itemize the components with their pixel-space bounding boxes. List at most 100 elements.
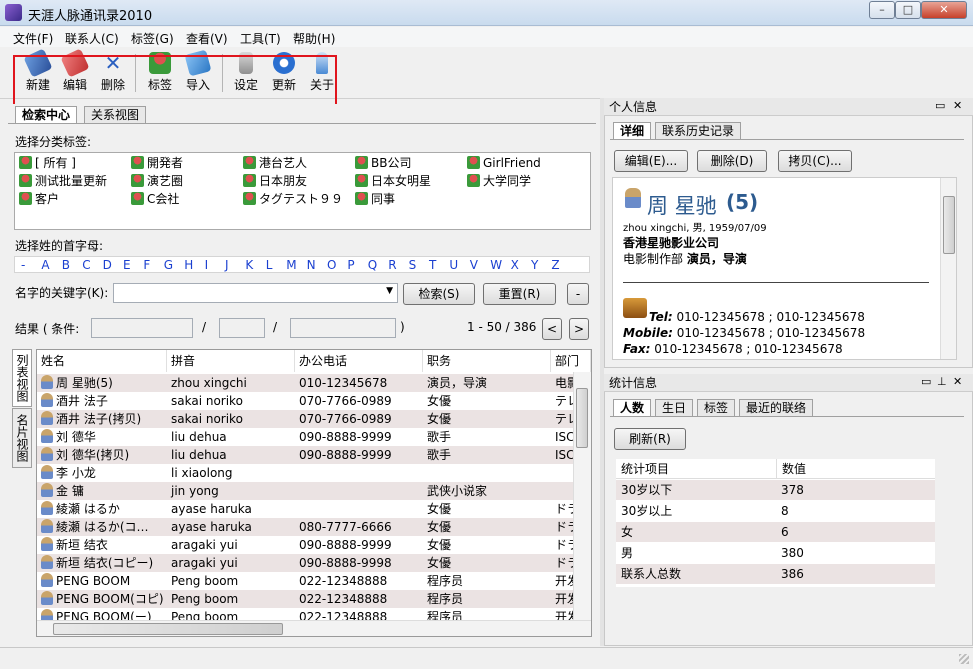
restore-icon[interactable]: ▭ [921, 375, 931, 388]
table-row[interactable]: PENG BOOM Peng boom 022-12348888 程序员 开发 [37, 572, 573, 590]
initial-letter[interactable]: B [62, 258, 70, 272]
initial-letter[interactable]: K [245, 258, 253, 272]
initial-letter[interactable]: L [266, 258, 273, 272]
tab-recent-contact[interactable]: 最近的联络 [739, 399, 814, 417]
tag-item[interactable]: 港台艺人 [243, 154, 307, 172]
card-scrollbar[interactable] [940, 178, 956, 359]
initial-letter[interactable]: R [388, 258, 396, 272]
column-header-name[interactable]: 姓名 [37, 350, 167, 372]
initial-letter[interactable]: O [327, 258, 336, 272]
table-row[interactable]: 金 镛 jin yong 武侠小说家 [37, 482, 573, 500]
maximize-button[interactable]: □ [895, 1, 921, 19]
scrollbar-thumb[interactable] [943, 196, 955, 254]
initial-letter[interactable]: G [164, 258, 173, 272]
tag-item[interactable]: 同事 [355, 190, 395, 208]
table-row[interactable]: 新垣 结衣 aragaki yui 090-8888-9999 女優 ドラ [37, 536, 573, 554]
pin-icon[interactable]: ⊥ [937, 375, 947, 388]
collapse-button[interactable]: - [567, 283, 589, 305]
menu-file[interactable]: 文件(F) [13, 30, 53, 47]
menu-view[interactable]: 查看(V) [186, 30, 228, 47]
menu-tags[interactable]: 标签(G) [131, 30, 174, 47]
initial-letter[interactable]: J [225, 258, 229, 272]
reset-button[interactable]: 重置(R) [483, 283, 556, 305]
tag-item[interactable]: GirlFriend [467, 154, 541, 172]
tag-item[interactable]: 開発者 [131, 154, 183, 172]
initial-letter[interactable]: M [286, 258, 296, 272]
next-page-button[interactable]: > [569, 318, 589, 340]
initial-letter[interactable]: X [511, 258, 519, 272]
chevron-down-icon[interactable]: ▼ [386, 286, 393, 296]
initial-letter[interactable]: Y [531, 258, 538, 272]
initial-letter[interactable]: S [409, 258, 417, 272]
tag-item[interactable]: 日本女明星 [355, 172, 431, 190]
search-button[interactable]: 检索(S) [403, 283, 475, 305]
menu-tools[interactable]: 工具(T) [240, 30, 281, 47]
column-header-title[interactable]: 职务 [423, 350, 551, 372]
keyword-input[interactable]: ▼ [113, 283, 398, 303]
scrollbar-thumb[interactable] [53, 623, 283, 635]
table-row[interactable]: PENG BOOM(コピ) Peng boom 022-12348888 程序员 开发 [37, 590, 573, 608]
table-row[interactable]: 新垣 结衣(コピー) aragaki yui 090-8888-9998 女優 ドラ [37, 554, 573, 572]
initial-letter[interactable]: E [123, 258, 131, 272]
initial-letter[interactable]: D [103, 258, 112, 272]
tab-search-center[interactable]: 检索中心 [15, 106, 78, 124]
tab-contact-history[interactable]: 联系历史记录 [655, 122, 742, 140]
tab-birthday[interactable]: 生日 [655, 399, 694, 417]
initial-letter[interactable]: W [490, 258, 502, 272]
table-row[interactable]: 刘 德华 liu dehua 090-8888-9999 歌手 ISC [37, 428, 573, 446]
tab-card-view[interactable]: 名片视图 [12, 408, 32, 468]
close-button[interactable]: ✕ [921, 1, 967, 19]
restore-icon[interactable]: ▭ [935, 99, 945, 112]
tag-item[interactable]: BB公司 [355, 154, 411, 172]
column-header-dept[interactable]: 部门 [551, 350, 591, 372]
tab-list-view[interactable]: 列表视图 [12, 349, 32, 407]
table-row[interactable]: 李 小龙 li xiaolong [37, 464, 573, 482]
tag-item[interactable]: タグテスト９９ [243, 190, 343, 208]
refresh-button[interactable]: 刷新(R) [614, 428, 686, 450]
initial-letter[interactable]: C [82, 258, 90, 272]
initial-letter[interactable]: U [449, 258, 458, 272]
edit-contact-button[interactable]: 编辑(E)... [614, 150, 688, 172]
initial-letter[interactable]: - [21, 258, 25, 272]
table-row[interactable]: 刘 德华(拷贝) liu dehua 090-8888-9999 歌手 ISC [37, 446, 573, 464]
initial-letter[interactable]: P [347, 258, 354, 272]
tag-item[interactable]: 客户 [19, 190, 59, 208]
initial-letter[interactable]: H [184, 258, 193, 272]
close-icon[interactable]: ✕ [953, 375, 962, 388]
initial-letter[interactable]: V [470, 258, 478, 272]
prev-page-button[interactable]: < [542, 318, 562, 340]
initial-letter[interactable]: Q [368, 258, 377, 272]
menu-contacts[interactable]: 联系人(C) [65, 30, 119, 47]
table-row[interactable]: 綾瀬 はるか(コ… ayase haruka 080-7777-6666 女優 ドラ [37, 518, 573, 536]
horizontal-scrollbar[interactable] [37, 620, 591, 636]
initial-letter[interactable]: T [429, 258, 436, 272]
tab-relation-view[interactable]: 关系视图 [84, 106, 147, 124]
table-row[interactable]: 酒井 法子(拷贝) sakai noriko 070-7766-0989 女優 テレ [37, 410, 573, 428]
tab-tags[interactable]: 标签 [697, 399, 736, 417]
tag-item-all[interactable]: [ 所有 ] [19, 154, 76, 172]
menu-help[interactable]: 帮助(H) [293, 30, 335, 47]
table-row[interactable]: 周 星驰(5) zhou xingchi 010-12345678 演员，导演 电影 [37, 374, 573, 392]
delete-contact-button[interactable]: 删除(D) [697, 150, 767, 172]
column-header-pinyin[interactable]: 拼音 [167, 350, 295, 372]
table-row[interactable]: 綾瀬 はるか ayase haruka 女優 ドラ [37, 500, 573, 518]
initial-letter[interactable]: F [143, 258, 150, 272]
tag-item[interactable]: 大学同学 [467, 172, 531, 190]
tag-item[interactable]: 演艺圈 [131, 172, 183, 190]
resize-grip-icon[interactable] [959, 654, 969, 664]
tag-item[interactable]: 日本朋友 [243, 172, 307, 190]
scrollbar-thumb[interactable] [576, 388, 588, 448]
initial-letter[interactable]: Z [551, 258, 559, 272]
minimize-button[interactable]: – [869, 1, 895, 19]
initial-letter[interactable]: I [205, 258, 209, 272]
tag-item[interactable]: C会社 [131, 190, 179, 208]
tab-detail[interactable]: 详细 [613, 122, 652, 140]
vertical-scrollbar[interactable] [573, 372, 591, 620]
close-icon[interactable]: ✕ [953, 99, 962, 112]
table-row[interactable]: 酒井 法子 sakai noriko 070-7766-0989 女優 テレ [37, 392, 573, 410]
tag-item[interactable]: 测试批量更新 [19, 172, 107, 190]
initial-letter[interactable]: A [41, 258, 49, 272]
column-header-phone[interactable]: 办公电话 [295, 350, 423, 372]
initial-letter[interactable]: N [307, 258, 316, 272]
tab-people-count[interactable]: 人数 [613, 399, 652, 417]
